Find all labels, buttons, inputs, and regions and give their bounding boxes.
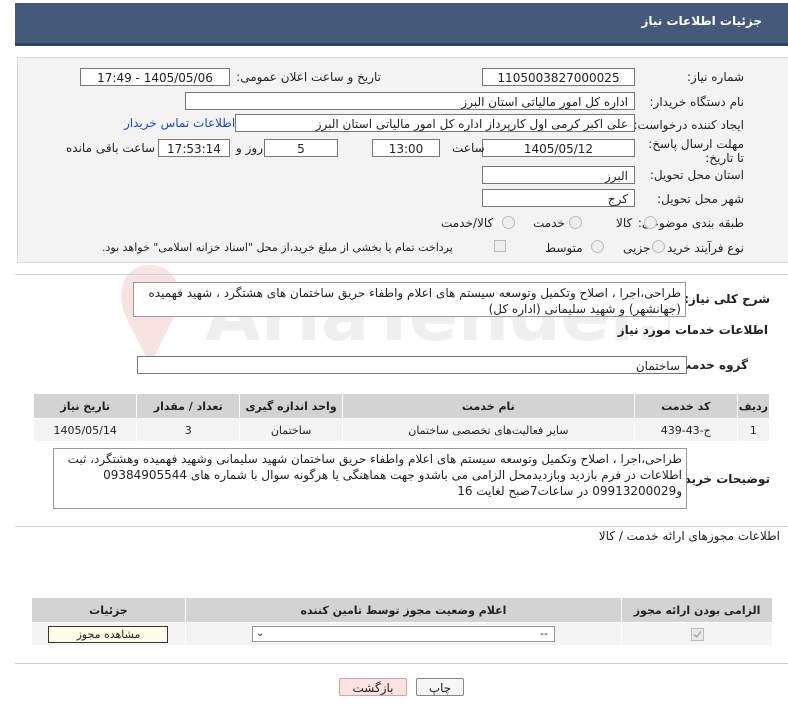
city-field: کرج (482, 189, 635, 207)
days-label: روز و (236, 141, 263, 155)
back-button[interactable]: بازگشت (339, 678, 407, 696)
services-table: ردیف کد خدمت نام خدمت واحد اندازه گیری ت… (32, 393, 771, 442)
service-group-field: ساختمان (137, 356, 687, 374)
cell-need-date: 1405/05/14 (32, 418, 138, 442)
section-divider (15, 663, 788, 664)
summary-textarea[interactable]: طراحی،اجرا ، اصلاح وتکمیل وتوسعه سیستم ه… (133, 282, 686, 317)
cell-permit-status: -- ⌄ (184, 622, 623, 646)
remaining-time-field: 17:53:14 (158, 139, 230, 157)
col-need-date: تاریخ نیاز (32, 393, 138, 419)
print-button[interactable]: چاپ (416, 678, 464, 696)
view-permit-button[interactable]: مشاهده مجوز (48, 625, 169, 643)
process-type-label: نوع فرآیند خرید : (659, 241, 744, 255)
category-option-service: خدمت (533, 216, 565, 230)
col-permit-status: اعلام وضعیت مجوز توسط تامین کننده (184, 597, 623, 623)
section-divider (15, 274, 788, 275)
need-number-field: 1105003827000025 (482, 68, 635, 86)
process-option-medium: متوسط (545, 241, 583, 255)
process-radio-medium[interactable] (591, 240, 604, 253)
province-field: البرز (482, 166, 635, 184)
permits-table-header: الزامی بودن ارائه مجوز اعلام وضعیت مجوز … (31, 597, 773, 623)
remaining-time-label: ساعت باقی مانده (66, 141, 156, 155)
chevron-down-icon: ⌄ (255, 628, 265, 639)
cell-unit: ساختمان (239, 418, 344, 442)
permit-status-select[interactable]: -- ⌄ (251, 626, 555, 642)
summary-label: شرح کلی نیاز: (684, 292, 770, 306)
permits-section-title: اطلاعات مجوزهای ارائه خدمت / کالا (598, 529, 780, 543)
permit-required-checkbox[interactable] (690, 627, 704, 641)
section-divider (15, 526, 788, 527)
province-label: استان محل تحویل: (649, 168, 744, 182)
announce-datetime-field: 1405/05/06 - 17:49 (80, 68, 230, 86)
buyer-contact-link[interactable]: اطلاعات تماس خریدار (124, 116, 235, 130)
cell-row: 1 (736, 418, 771, 442)
cell-service-code: ج-43-439 (633, 418, 738, 442)
creator-label: ایجاد کننده درخواست: (633, 118, 744, 132)
cell-permit-required (621, 622, 773, 646)
table-row: 1 ج-43-439 سایر فعالیت‌های تخصصی ساختمان… (32, 418, 771, 442)
buyer-org-label: نام دستگاه خریدار: (649, 95, 745, 109)
page-title: جزئیات اطلاعات نیاز (641, 14, 762, 28)
deadline-date-field: 1405/05/12 (482, 139, 635, 157)
category-radio-service[interactable] (569, 216, 582, 229)
cell-service-name: سایر فعالیت‌های تخصصی ساختمان (342, 418, 635, 442)
buyer-org-field: اداره کل امور مالیاتی استان البرز (185, 92, 635, 110)
announce-datetime-label: تاریخ و ساعت اعلان عمومی: (236, 70, 381, 84)
category-radio-goods-service[interactable] (502, 216, 515, 229)
cell-permit-details: مشاهده مجوز (31, 622, 186, 646)
services-section-title: اطلاعات خدمات مورد نیاز (617, 323, 768, 337)
category-option-goods-service: کالا/خدمت (441, 216, 494, 230)
days-remaining-field: 5 (264, 139, 338, 157)
category-radio-goods[interactable] (644, 216, 657, 229)
cell-quantity: 3 (136, 418, 241, 442)
process-radio-minor[interactable] (652, 240, 665, 253)
deadline-time-label: ساعت (452, 141, 485, 155)
col-service-code: کد خدمت (633, 393, 738, 419)
process-option-minor: جزیی (623, 241, 651, 255)
treasury-payment-checkbox[interactable] (494, 240, 506, 252)
col-permit-required: الزامی بودن ارائه مجوز (621, 597, 773, 623)
col-unit: واحد اندازه گیری (239, 393, 344, 419)
col-row: ردیف (736, 393, 771, 419)
deadline-time-field: 13:00 (372, 139, 440, 157)
permits-table: الزامی بودن ارائه مجوز اعلام وضعیت مجوز … (31, 597, 773, 646)
col-quantity: تعداد / مقدار (136, 393, 241, 419)
category-option-goods: کالا (616, 216, 633, 230)
table-row: -- ⌄ مشاهده مجوز (31, 622, 773, 646)
deadline-label: مهلت ارسال پاسخ: تا تاریخ: (648, 137, 744, 165)
creator-field: علی اکبر کرمی اول کارپرداز اداره کل امور… (235, 114, 635, 132)
services-table-header: ردیف کد خدمت نام خدمت واحد اندازه گیری ت… (32, 393, 771, 419)
buyer-notes-textarea[interactable]: طراحی،اجرا ، اصلاح وتکمیل وتوسعه سیستم ه… (53, 448, 687, 509)
city-label: شهر محل تحویل: (657, 192, 744, 206)
need-number-label: شماره نیاز: (687, 70, 744, 84)
col-permit-details: جزئیات (31, 597, 186, 623)
col-service-name: نام خدمت (342, 393, 635, 419)
title-bar: جزئیات اطلاعات نیاز (15, 3, 788, 46)
treasury-payment-note: پرداخت تمام یا بخشی از مبلغ خرید،از محل … (102, 241, 453, 254)
permit-status-selected: -- (540, 627, 548, 640)
check-icon (693, 630, 702, 638)
